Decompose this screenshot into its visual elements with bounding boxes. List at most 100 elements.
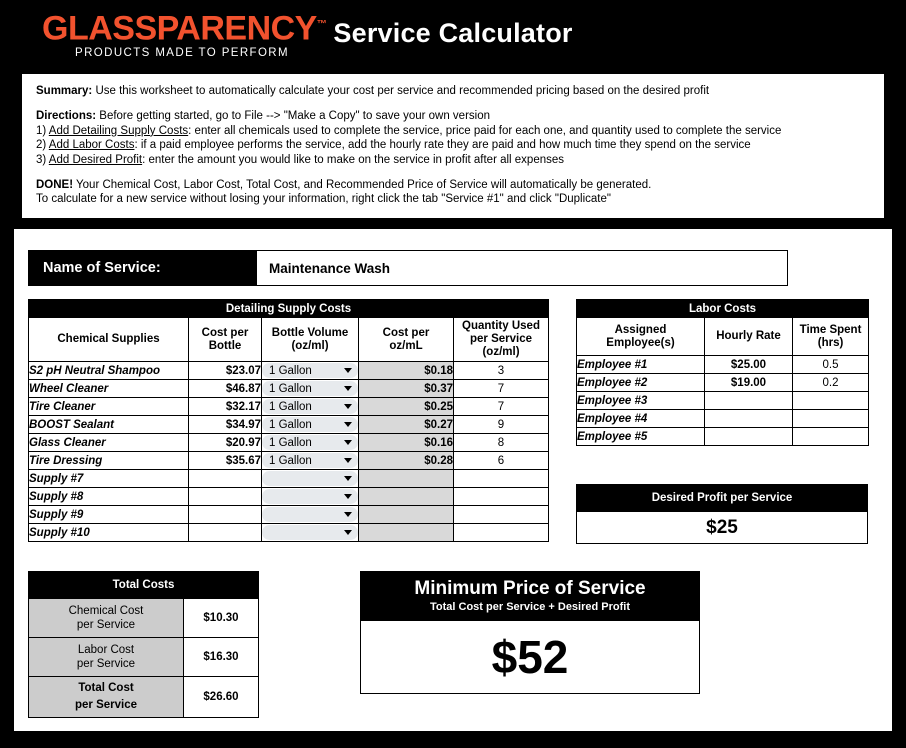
step3-link[interactable]: Add Desired Profit — [49, 154, 142, 166]
time-spent-cell[interactable] — [791, 391, 870, 410]
bottle-volume-dropdown[interactable]: 1 Gallon — [262, 381, 358, 396]
desired-profit-input[interactable]: $25 — [576, 511, 868, 544]
hourly-rate-cell[interactable]: $19.00 — [704, 373, 793, 392]
supply-cost-cell[interactable]: $20.97 — [188, 433, 262, 452]
supply-cost-cell[interactable]: $46.87 — [188, 379, 262, 398]
bottle-volume-value: 1 Gallon — [269, 454, 312, 467]
table-row: Labor Cost per Service $16.30 — [28, 637, 260, 677]
bottle-volume-cell[interactable]: 1 Gallon — [261, 397, 359, 416]
bottle-volume-cell[interactable]: 1 Gallon — [261, 433, 359, 452]
quantity-used-cell[interactable]: 7 — [453, 397, 549, 416]
supply-name-cell[interactable]: Wheel Cleaner — [28, 379, 189, 398]
bottle-volume-dropdown[interactable]: 1 Gallon — [262, 453, 358, 468]
quantity-used-cell[interactable]: 7 — [453, 379, 549, 398]
supply-cost-cell[interactable]: $35.67 — [188, 451, 262, 470]
supply-cost-cell[interactable] — [188, 487, 262, 506]
label-line2: per Service — [74, 699, 137, 711]
table-row: BOOST Sealant $34.97 1 Gallon $0.27 9 — [28, 415, 549, 434]
table-row: Total Cost per Service $26.60 — [28, 676, 260, 718]
bottle-volume-dropdown[interactable] — [262, 489, 358, 504]
supply-cost-cell[interactable] — [188, 505, 262, 524]
bottle-volume-cell[interactable] — [261, 505, 359, 524]
supply-name-cell[interactable]: Supply #10 — [28, 523, 189, 542]
bottle-volume-dropdown[interactable] — [262, 471, 358, 486]
supply-name-cell[interactable]: Glass Cleaner — [28, 433, 189, 452]
step2-link[interactable]: Add Labor Costs — [49, 139, 135, 151]
time-spent-cell[interactable]: 0.5 — [791, 355, 870, 374]
bottle-volume-cell[interactable] — [261, 487, 359, 506]
supply-cost-cell[interactable]: $23.07 — [188, 361, 262, 380]
hourly-rate-cell[interactable] — [704, 409, 793, 428]
chevron-down-icon — [344, 440, 352, 445]
quantity-used-cell[interactable] — [453, 469, 549, 488]
supply-cost-cell[interactable] — [188, 469, 262, 488]
chevron-down-icon — [344, 386, 352, 391]
quantity-used-cell[interactable]: 9 — [453, 415, 549, 434]
bottle-volume-value: 1 Gallon — [269, 418, 312, 431]
time-spent-cell[interactable]: 0.2 — [791, 373, 870, 392]
supply-name-cell[interactable]: Supply #7 — [28, 469, 189, 488]
direction-step-1: 1) Add Detailing Supply Costs: enter all… — [36, 124, 870, 138]
step1-link[interactable]: Add Detailing Supply Costs — [49, 125, 188, 137]
bottle-volume-dropdown[interactable]: 1 Gallon — [262, 399, 358, 414]
bottle-volume-dropdown[interactable]: 1 Gallon — [262, 417, 358, 432]
table-row: Tire Dressing $35.67 1 Gallon $0.28 6 — [28, 451, 549, 470]
labor-rows: Employee #1 $25.00 0.5 Employee #2 $19.00 0.2… — [576, 355, 870, 446]
hourly-rate-cell[interactable] — [704, 391, 793, 410]
supply-name-cell[interactable]: Tire Dressing — [28, 451, 189, 470]
supply-name-cell[interactable]: Supply #8 — [28, 487, 189, 506]
table-row: Tire Cleaner $32.17 1 Gallon $0.25 7 — [28, 397, 549, 416]
time-spent-cell[interactable] — [791, 409, 870, 428]
quantity-used-cell[interactable]: 8 — [453, 433, 549, 452]
bottle-volume-dropdown[interactable]: 1 Gallon — [262, 363, 358, 378]
table-row: Employee #2 $19.00 0.2 — [576, 373, 870, 392]
quantity-used-cell[interactable] — [453, 523, 549, 542]
col-quantity-used: Quantity Used per Service (oz/ml) — [453, 317, 549, 362]
service-name-input[interactable]: Maintenance Wash — [257, 251, 787, 285]
employee-name-cell[interactable]: Employee #1 — [576, 355, 705, 374]
bottle-volume-dropdown[interactable] — [262, 525, 358, 540]
totals-banner: Total Costs — [27, 571, 260, 599]
supply-cost-cell[interactable]: $32.17 — [188, 397, 262, 416]
chevron-down-icon — [344, 368, 352, 373]
supply-cost-cell[interactable] — [188, 523, 262, 542]
col-label-line2: per Service — [469, 333, 532, 345]
time-spent-cell[interactable] — [791, 427, 870, 446]
total-cost-label-cell: Total Cost per Service — [28, 676, 184, 718]
col-label: Hourly Rate — [716, 330, 781, 342]
supply-name-cell[interactable]: Supply #9 — [28, 505, 189, 524]
bottle-volume-cell[interactable] — [261, 469, 359, 488]
hourly-rate-cell[interactable] — [704, 427, 793, 446]
directions-text: Before getting started, go to File --> "… — [96, 110, 491, 123]
quantity-used-cell[interactable] — [453, 487, 549, 506]
employee-name-cell[interactable]: Employee #2 — [576, 373, 705, 392]
detailing-supply-costs-table: Detailing Supply Costs Chemical Supplies… — [28, 299, 549, 542]
bottle-volume-cell[interactable]: 1 Gallon — [261, 415, 359, 434]
bottle-volume-cell[interactable]: 1 Gallon — [261, 361, 359, 380]
totals-banner-row: Total Costs — [27, 571, 260, 599]
bottle-volume-dropdown[interactable] — [262, 507, 358, 522]
col-label-line2: oz/mL — [389, 339, 423, 352]
quantity-used-cell[interactable] — [453, 505, 549, 524]
col-label-line1: Cost per — [201, 326, 249, 339]
quantity-used-cell[interactable]: 6 — [453, 451, 549, 470]
step1-text: : enter all chemicals used to complete t… — [188, 124, 782, 137]
bottle-volume-value: 1 Gallon — [269, 400, 312, 413]
bottle-volume-value: 1 Gallon — [269, 364, 312, 377]
employee-name-cell[interactable]: Employee #3 — [576, 391, 705, 410]
bottle-volume-cell[interactable]: 1 Gallon — [261, 379, 359, 398]
chevron-down-icon — [344, 494, 352, 499]
supply-name-cell[interactable]: S2 pH Neutral Shampoo — [28, 361, 189, 380]
employee-name-cell[interactable]: Employee #5 — [576, 427, 705, 446]
bottle-volume-dropdown[interactable]: 1 Gallon — [262, 435, 358, 450]
quantity-used-cell[interactable]: 3 — [453, 361, 549, 380]
hourly-rate-cell[interactable]: $25.00 — [704, 355, 793, 374]
supply-cost-cell[interactable]: $34.97 — [188, 415, 262, 434]
supply-header-row: Chemical Supplies Cost per Bottle Bottle… — [28, 317, 549, 362]
supply-name-cell[interactable]: Tire Cleaner — [28, 397, 189, 416]
bottle-volume-cell[interactable] — [261, 523, 359, 542]
supply-name-cell[interactable]: BOOST Sealant — [28, 415, 189, 434]
employee-name-cell[interactable]: Employee #4 — [576, 409, 705, 428]
bottle-volume-cell[interactable]: 1 Gallon — [261, 451, 359, 470]
